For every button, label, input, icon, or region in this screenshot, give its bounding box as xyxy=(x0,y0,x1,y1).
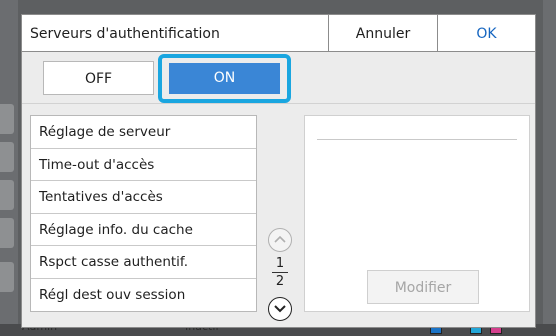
scroll-down-button[interactable] xyxy=(268,297,292,321)
dialog-title-bar: Serveurs d'authentification Annuler OK xyxy=(22,15,535,52)
on-off-toggle: OFF ON xyxy=(22,52,535,104)
authentication-servers-dialog: Serveurs d'authentification Annuler OK O… xyxy=(21,14,536,328)
background-tab xyxy=(0,262,14,292)
settings-list: Réglage de serveur Time-out d'accès Tent… xyxy=(30,115,257,312)
background-tab xyxy=(0,142,14,172)
total-pages: 2 xyxy=(275,274,285,289)
list-item[interactable]: Tentatives d'accès xyxy=(31,181,256,214)
scroll-up-button[interactable] xyxy=(268,228,292,252)
current-page: 1 xyxy=(275,256,285,271)
chevron-up-icon xyxy=(274,235,286,243)
list-item[interactable]: Régl dest ouv session xyxy=(31,279,256,312)
dialog-title: Serveurs d'authentification xyxy=(30,26,220,42)
selection-highlight: ON xyxy=(158,54,291,103)
off-option[interactable]: OFF xyxy=(43,61,154,95)
chevron-down-icon xyxy=(274,305,286,313)
page-indicator: 1 2 xyxy=(268,256,292,289)
background-tab xyxy=(0,104,14,134)
background-right-panel xyxy=(543,0,556,336)
list-item[interactable]: Time-out d'accès xyxy=(31,149,256,181)
on-option[interactable]: ON xyxy=(169,63,280,94)
list-item[interactable]: Rspct casse authentif. xyxy=(31,246,256,279)
ok-button[interactable]: OK xyxy=(437,15,535,51)
background-left-panel xyxy=(0,0,18,336)
cancel-button[interactable]: Annuler xyxy=(328,15,437,51)
fraction-bar xyxy=(272,272,288,273)
background-tab xyxy=(0,218,14,248)
list-item[interactable]: Réglage de serveur xyxy=(31,116,256,149)
detail-divider xyxy=(317,139,517,140)
modify-button[interactable]: Modifier xyxy=(367,270,479,304)
background-tab xyxy=(0,180,14,210)
detail-panel: Modifier xyxy=(304,115,530,312)
list-item[interactable]: Réglage info. du cache xyxy=(31,214,256,246)
settings-panel: Réglage de serveur Time-out d'accès Tent… xyxy=(22,104,535,327)
